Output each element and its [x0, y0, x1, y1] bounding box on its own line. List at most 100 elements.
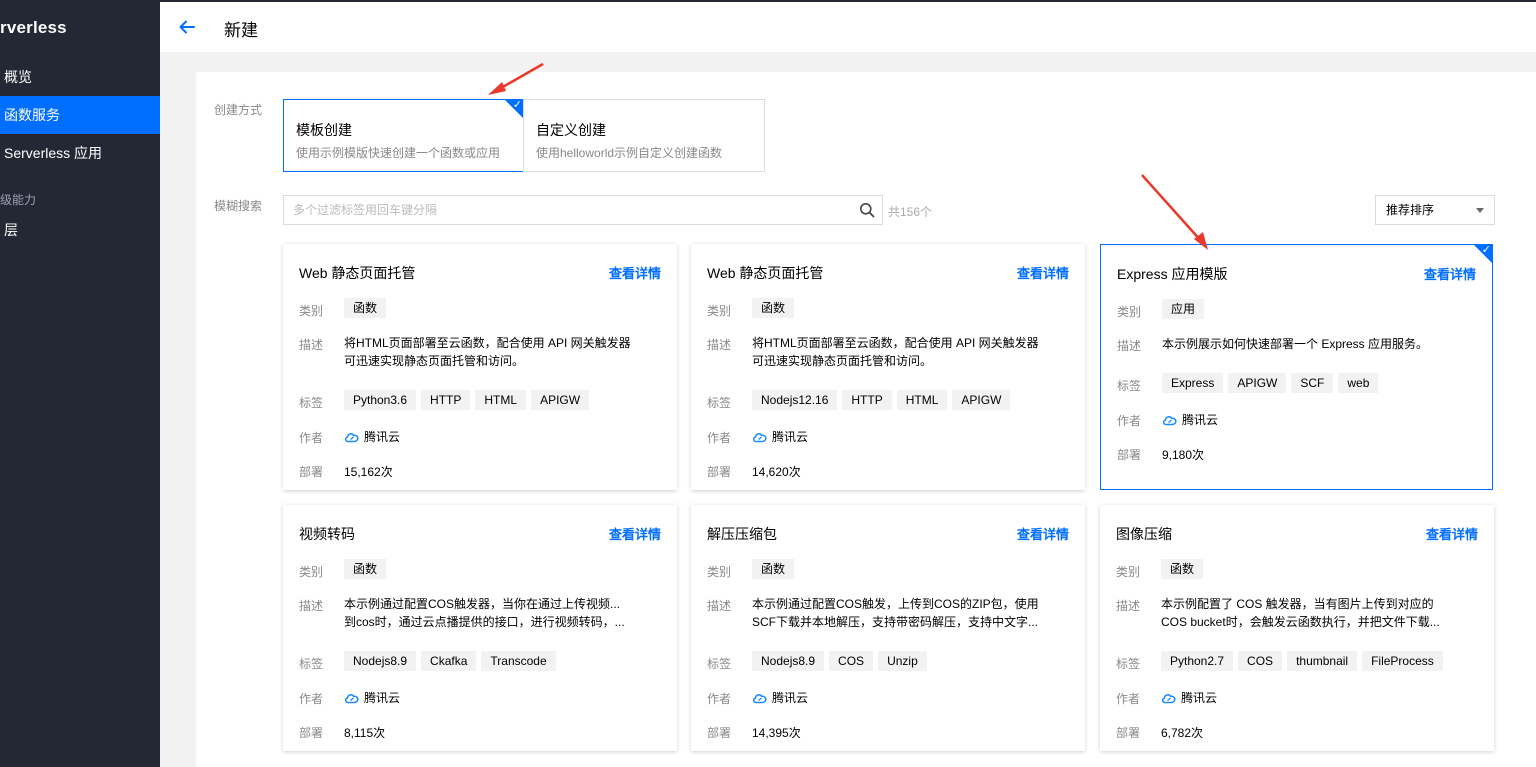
category-value: 应用	[1162, 299, 1209, 319]
author-name: 腾讯云	[364, 430, 401, 444]
desc-label: 描述	[299, 599, 324, 613]
back-arrow-icon[interactable]	[178, 18, 196, 36]
tag-chip[interactable]: Ckafka	[421, 651, 477, 671]
author-value: 腾讯云	[752, 689, 808, 706]
category-chip: 函数	[344, 559, 387, 579]
tag-chip[interactable]: HTML	[896, 390, 948, 410]
category-chip: 函数	[752, 559, 795, 579]
deploy-label: 部署	[1116, 726, 1141, 740]
tags-label: 标签	[1116, 657, 1141, 671]
desc-label: 描述	[299, 338, 324, 352]
author-value: 腾讯云	[1161, 689, 1217, 706]
tag-chip[interactable]: APIGW	[1228, 373, 1287, 393]
deploy-count: 14,395次	[752, 726, 801, 740]
page-title: 新建	[224, 21, 258, 40]
tag-chip[interactable]: SCF	[1291, 373, 1334, 393]
category-label: 类别	[707, 565, 732, 579]
template-card[interactable]: 视频转码 查看详情 类别 函数 描述 本示例通过配置COS触发器，当你在通过上传视频...…	[283, 505, 677, 751]
chevron-down-icon	[1476, 208, 1484, 213]
tag-chip[interactable]: HTML	[475, 390, 527, 410]
deploy-count: 14,620次	[752, 465, 801, 479]
card-title: Express 应用模版	[1117, 266, 1228, 282]
category-label: 类别	[299, 304, 324, 318]
search-input[interactable]	[284, 196, 854, 224]
tag-chip[interactable]: Express	[1162, 373, 1224, 393]
cloud-logo-icon	[1161, 693, 1176, 703]
category-value: 函数	[344, 298, 391, 318]
desc-label: 描述	[1116, 599, 1141, 613]
tag-chip[interactable]: Python2.7	[1161, 651, 1234, 671]
description-line: 本示例通过配置COS触发器，当你在通过上传视频...	[344, 597, 621, 611]
template-card[interactable]: Web 静态页面托管 查看详情 类别 函数 描述 将HTML页面部署至云函数，配合使用 A…	[283, 244, 677, 490]
view-detail-link[interactable]: 查看详情	[609, 263, 661, 282]
tag-chip[interactable]: Nodejs12.16	[752, 390, 838, 410]
sidebar-item-serverless-app[interactable]: Serverless 应用	[0, 134, 160, 172]
search-icon[interactable]	[859, 202, 875, 218]
sidebar: rverless 概览 函数服务 Serverless 应用 级能力 层	[0, 0, 160, 767]
cloud-logo-icon	[344, 693, 359, 703]
description-line: 本示例配置了 COS 触发器，当有图片上传到对应的	[1161, 597, 1434, 611]
tag-chip[interactable]: APIGW	[952, 390, 1011, 410]
sidebar-section-title: 级能力	[0, 193, 37, 207]
sidebar-item-functions[interactable]: 函数服务	[0, 96, 160, 134]
view-detail-link[interactable]: 查看详情	[609, 524, 661, 543]
author-label: 作者	[707, 692, 732, 706]
author-name: 腾讯云	[364, 691, 401, 705]
sort-select[interactable]: 推荐排序	[1375, 195, 1495, 225]
tag-chip[interactable]: web	[1338, 373, 1379, 393]
author-value: 腾讯云	[344, 689, 400, 706]
mode-card-template[interactable]: 模板创建 使用示例模版快速创建一个函数或应用 ✓	[283, 99, 524, 172]
tag-chip[interactable]: HTTP	[421, 390, 471, 410]
template-card[interactable]: Web 静态页面托管 查看详情 类别 函数 描述 将HTML页面部署至云函数，配合使用 A…	[691, 244, 1085, 490]
view-detail-link[interactable]: 查看详情	[1017, 263, 1069, 282]
tag-chip[interactable]: Nodejs8.9	[344, 651, 417, 671]
cloud-logo-icon	[752, 432, 767, 442]
category-value: 函数	[752, 559, 799, 579]
tag-chip[interactable]: FileProcess	[1362, 651, 1443, 671]
tag-list: Nodejs8.9 COS Unzip	[752, 651, 932, 671]
tag-list: Python2.7 COS thumbnail FileProcess	[1161, 651, 1448, 671]
view-detail-link[interactable]: 查看详情	[1017, 524, 1069, 543]
author-name: 腾讯云	[1182, 413, 1219, 427]
tag-chip[interactable]: Transcode	[481, 651, 556, 671]
description-line: COS bucket时，会触发云函数执行，并把文件下载...	[1161, 615, 1440, 629]
card-description: 本示例通过配置COS触发器，当你在通过上传视频... 到cos时，通过云点播提供的…	[344, 595, 644, 631]
category-chip: 函数	[752, 298, 795, 318]
category-chip: 函数	[344, 298, 387, 318]
category-label: 类别	[707, 304, 732, 318]
card-description: 将HTML页面部署至云函数，配合使用 API 网关触发器 可迅速实现静态页面托管和…	[344, 334, 644, 370]
category-chip: 函数	[1161, 559, 1204, 579]
tag-chip[interactable]: thumbnail	[1287, 651, 1358, 671]
mode-desc: 使用示例模版快速创建一个函数或应用	[296, 146, 501, 160]
tag-list: Express APIGW SCF web	[1162, 373, 1383, 393]
tag-list: Nodejs8.9 Ckafka Transcode	[344, 651, 561, 671]
tag-chip[interactable]: Nodejs8.9	[752, 651, 825, 671]
card-title: 解压压缩包	[707, 526, 777, 542]
tag-chip[interactable]: HTTP	[842, 390, 892, 410]
card-title: 图像压缩	[1116, 526, 1172, 542]
author-name: 腾讯云	[772, 430, 809, 444]
tag-chip[interactable]: Unzip	[878, 651, 927, 671]
sidebar-title: rverless	[0, 18, 67, 37]
mode-card-custom[interactable]: 自定义创建 使用helloworld示例自定义创建函数	[523, 99, 765, 172]
template-card[interactable]: 解压压缩包 查看详情 类别 函数 描述 本示例通过配置COS触发，上传到COS的ZIP包，…	[691, 505, 1085, 751]
sidebar-item-layers[interactable]: 层	[0, 211, 160, 249]
deploy-count: 9,180次	[1162, 448, 1205, 462]
author-label: 作者	[299, 692, 324, 706]
deploy-label: 部署	[1117, 448, 1142, 462]
template-card[interactable]: Express 应用模版 查看详情 类别 应用 描述 本示例展示如何快速部署一个 Expr…	[1100, 244, 1493, 490]
deploy-label: 部署	[707, 726, 732, 740]
category-value: 函数	[1161, 559, 1208, 579]
search-box	[283, 195, 883, 225]
tag-chip[interactable]: APIGW	[531, 390, 590, 410]
template-card[interactable]: 图像压缩 查看详情 类别 函数 描述 本示例配置了 COS 触发器，当有图片上传到对应的 C…	[1100, 505, 1494, 751]
tag-chip[interactable]: COS	[829, 651, 874, 671]
tag-chip[interactable]: COS	[1238, 651, 1283, 671]
card-title: 视频转码	[299, 526, 355, 542]
deploy-label: 部署	[299, 465, 324, 479]
deploy-count: 6,782次	[1161, 726, 1204, 740]
view-detail-link[interactable]: 查看详情	[1424, 264, 1476, 283]
tag-chip[interactable]: Python3.6	[344, 390, 417, 410]
sidebar-item-overview[interactable]: 概览	[0, 58, 160, 96]
view-detail-link[interactable]: 查看详情	[1426, 524, 1478, 543]
